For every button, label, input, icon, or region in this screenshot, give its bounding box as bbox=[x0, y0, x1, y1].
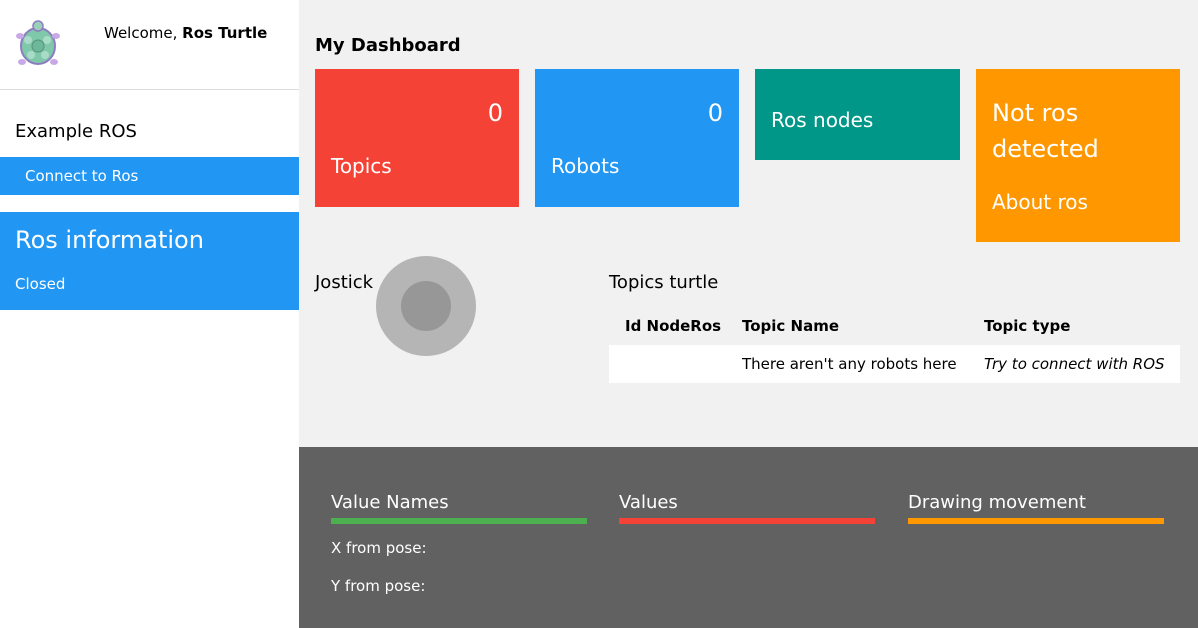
main-content: My Dashboard 0 Topics 0 Robots Ros nodes… bbox=[299, 0, 1198, 447]
footer-panel: Value Names Values Drawing movement X fr… bbox=[299, 447, 1198, 628]
sidebar: Welcome, Ros Turtle Example ROS Connect … bbox=[0, 0, 299, 628]
cell-id bbox=[609, 345, 726, 383]
about-ros-label: About ros bbox=[992, 190, 1088, 214]
ros-status-card[interactable]: Not ros detected About ros bbox=[976, 69, 1180, 242]
value-names-column: Value Names bbox=[331, 492, 587, 524]
value-names-underline bbox=[331, 518, 587, 524]
drawing-movement-column: Drawing movement bbox=[908, 492, 1164, 524]
ros-nodes-label: Ros nodes bbox=[771, 108, 874, 132]
section-title: Example ROS bbox=[15, 121, 137, 142]
ros-nodes-card[interactable]: Ros nodes bbox=[755, 69, 960, 160]
turtle-icon bbox=[16, 20, 60, 65]
column-header-id: Id NodeRos bbox=[625, 317, 722, 335]
cell-topic-type: Try to connect with ROS bbox=[968, 345, 1180, 383]
ros-information-panel: Ros information Closed bbox=[0, 212, 299, 310]
ros-detection-status: Not ros detected bbox=[992, 99, 1099, 163]
cell-topic-name: There aren't any robots here bbox=[726, 345, 968, 383]
ros-connection-status: Closed bbox=[15, 275, 66, 293]
column-header-topic-name: Topic Name bbox=[742, 317, 840, 335]
page-title: My Dashboard bbox=[315, 35, 461, 56]
welcome-text: Welcome, Ros Turtle bbox=[104, 24, 267, 42]
topics-label: Topics bbox=[331, 154, 392, 178]
profile-header: Welcome, Ros Turtle bbox=[0, 0, 299, 90]
user-name: Ros Turtle bbox=[182, 24, 268, 42]
robots-label: Robots bbox=[551, 154, 620, 178]
topics-count: 0 bbox=[487, 99, 503, 127]
values-title: Values bbox=[619, 492, 678, 513]
joystick-handle[interactable] bbox=[401, 281, 451, 331]
welcome-prefix: Welcome, bbox=[104, 24, 183, 42]
robots-count: 0 bbox=[707, 99, 723, 127]
topics-table-title: Topics turtle bbox=[609, 272, 719, 293]
drawing-movement-title: Drawing movement bbox=[908, 492, 1086, 513]
value-names-title: Value Names bbox=[331, 492, 449, 513]
values-underline bbox=[619, 518, 875, 524]
topics-card[interactable]: 0 Topics bbox=[315, 69, 519, 207]
joystick-label: Jostick bbox=[315, 272, 374, 293]
column-header-topic-type: Topic type bbox=[984, 317, 1071, 335]
values-column: Values bbox=[619, 492, 875, 524]
topics-table: Id NodeRos Topic Name Topic type There a… bbox=[609, 307, 1180, 383]
table-row: There aren't any robots here Try to conn… bbox=[609, 345, 1180, 383]
x-from-pose-label: X from pose: bbox=[331, 539, 427, 557]
y-from-pose-label: Y from pose: bbox=[331, 577, 426, 595]
joystick-base[interactable] bbox=[376, 256, 476, 356]
ros-information-title: Ros information bbox=[15, 226, 204, 254]
table-header-row: Id NodeRos Topic Name Topic type bbox=[609, 307, 1180, 345]
robots-card[interactable]: 0 Robots bbox=[535, 69, 739, 207]
connect-to-ros-button[interactable]: Connect to Ros bbox=[0, 157, 299, 195]
drawing-movement-underline bbox=[908, 518, 1164, 524]
